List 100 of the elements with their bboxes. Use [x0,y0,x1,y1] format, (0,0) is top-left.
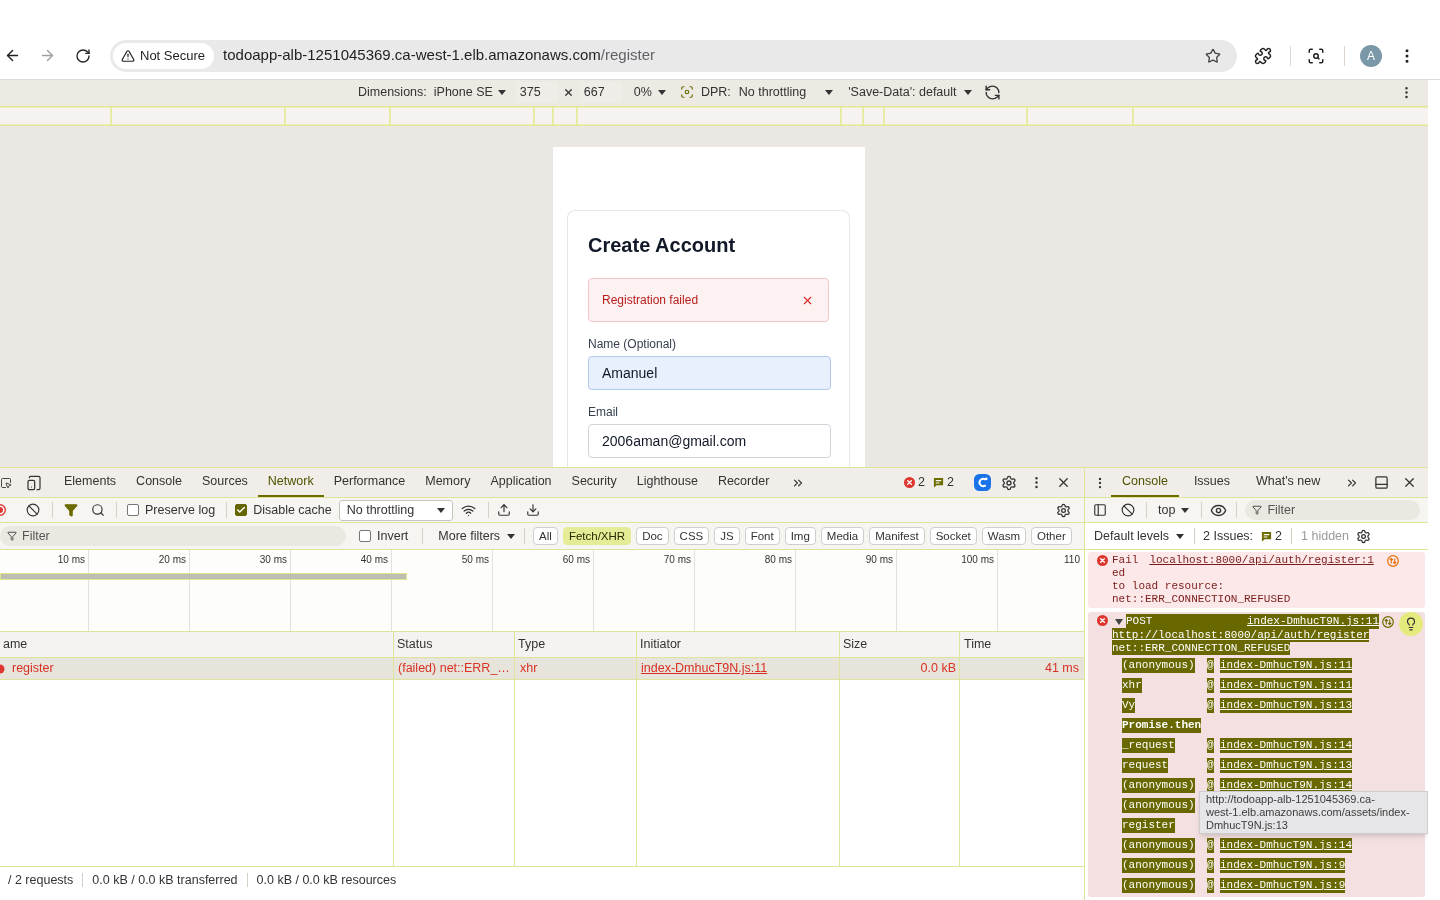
sidebar-icon[interactable] [1093,503,1107,517]
panel-tab[interactable]: Console [126,468,192,497]
stack-source-link[interactable]: index-DmhucT9N.js:11 [1220,677,1353,693]
type-filter-chip[interactable]: Manifest [869,527,925,545]
type-filter-chip[interactable]: Media [820,527,865,545]
upload-icon[interactable] [496,503,511,517]
timeline-tick-label: 20 ms [158,553,186,567]
request-row[interactable]: register (failed) net::ERR_… xhr index-DmhucT9N.js:11 0.0 kB 41 ms [0,658,1084,680]
type-filter-chip[interactable]: Doc [636,527,669,545]
settings-icon[interactable] [1001,474,1017,491]
column-header[interactable]: Initiator [640,635,681,654]
checkbox-label[interactable]: Preserve log [145,500,216,520]
column-header[interactable]: Type [518,635,546,654]
panel-tab[interactable]: Lighthouse [626,468,708,497]
checkbox[interactable] [127,504,139,516]
request-url-link[interactable]: http://localhost:8000/api/auth/register [1112,628,1370,642]
text-input[interactable]: Amanuel [588,356,831,390]
record-icon[interactable] [0,503,8,517]
search-icon[interactable] [91,503,105,517]
wifi-icon[interactable] [460,502,476,518]
filter-icon[interactable] [64,503,78,517]
rotate-icon[interactable] [983,83,1001,101]
stack-source-link[interactable]: index-DmhucT9N.js:11 [1220,657,1353,673]
panel-tab[interactable]: Security [561,468,627,497]
text-input[interactable]: 2006aman@gmail.com [588,424,831,458]
reload-icon[interactable] [75,47,91,64]
dpr-select[interactable]: No throttling [738,82,834,102]
expand-triangle-icon[interactable] [1115,617,1123,626]
type-filter-chip[interactable]: All [533,527,558,545]
type-filter-chip[interactable]: Socket [929,527,977,545]
type-filter-chip[interactable]: CSS [673,527,710,545]
type-filter-chip[interactable]: Other [1030,527,1072,545]
more-filters-button[interactable]: More filters [438,526,516,546]
assistant-icon[interactable] [974,474,991,491]
close-icon[interactable] [1056,475,1071,490]
ai-assistance-button[interactable] [1399,612,1423,636]
issues-count-button[interactable]: 2 [933,473,954,492]
type-filter-chip[interactable]: Font [744,527,780,545]
column-header[interactable]: Time [964,635,992,654]
back-icon[interactable] [4,47,21,64]
cursor-in-square-icon[interactable] [0,475,12,490]
panel-tab[interactable]: Performance [323,468,416,497]
width-input[interactable]: 375 [515,82,558,102]
up-down-arrows-icon[interactable] [1387,554,1399,567]
scan-search-icon[interactable] [1307,46,1325,65]
clear-icon[interactable] [26,503,40,517]
stack-source-link[interactable]: index-DmhucT9N.js:13 [1220,697,1353,713]
settings-icon[interactable] [1056,502,1071,518]
stack-source-link[interactable]: index-DmhucT9N.js:9 [1220,877,1346,893]
stack-source-link[interactable]: index-DmhucT9N.js:14 [1220,837,1353,853]
up-down-arrows-icon[interactable] [1382,615,1394,628]
phone-tablet-icon[interactable] [26,474,42,491]
dock-bottom-icon[interactable] [1374,475,1389,490]
stack-source-link[interactable]: index-DmhucT9N.js:9 [1220,857,1346,873]
save-data-select[interactable]: 'Save-Data': default [848,82,972,102]
stack-source-link[interactable]: index-DmhucT9N.js:14 [1220,737,1353,753]
checkbox[interactable] [235,504,248,516]
clear-icon[interactable] [1121,503,1135,517]
drawer-tab[interactable]: Issues [1182,468,1241,497]
type-filter-chip[interactable]: Img [784,527,816,545]
checkbox-label[interactable]: Disable cache [253,500,332,520]
levels-select[interactable]: Default levels [1094,526,1185,546]
source-link[interactable]: localhost:8000/api/auth/register:1 [1149,554,1374,567]
extensions-icon[interactable] [1254,46,1272,65]
error-count-button[interactable]: 2 [904,473,926,492]
initiator-link[interactable]: index-DmhucT9N.js:11 [641,659,768,678]
panel-tab[interactable]: Elements [54,468,127,497]
type-filter-chip[interactable]: JS [714,527,740,545]
type-filter-chip[interactable]: Fetch/XHR [562,527,632,545]
drawer-tab[interactable]: What's new [1245,468,1332,497]
stack-at-sign: @ [1207,877,1214,893]
panel-tab[interactable]: Application [480,468,562,497]
column-header[interactable]: Status [397,635,433,654]
context-select[interactable]: top [1158,500,1190,520]
panel-tab[interactable]: Sources [192,468,258,497]
checkbox[interactable] [359,530,371,542]
zoom-select[interactable]: 0% [633,82,666,102]
throttling-select[interactable]: No throttling [338,499,453,521]
stack-at-sign: @ [1207,757,1214,773]
device-select[interactable]: iPhone SE [433,82,506,102]
filter-field[interactable]: Filter [0,526,346,546]
source-link[interactable]: index-DmhucT9N.js:11 [1246,615,1379,628]
issues-button[interactable]: 2 Issues: 2 [1203,526,1283,546]
panel-tab[interactable]: Recorder [707,468,780,497]
bookmark-star-icon[interactable] [1205,47,1221,64]
height-input[interactable]: 667 [579,82,622,102]
security-chip[interactable]: Not Secure [113,42,215,69]
type-filter-chip[interactable]: Wasm [981,527,1026,545]
close-icon[interactable] [1402,475,1417,490]
viewfinder-icon[interactable] [679,85,694,99]
download-icon[interactable] [525,503,540,517]
column-header[interactable]: Size [843,635,868,654]
settings-icon[interactable] [1356,528,1371,544]
forward-icon[interactable] [39,47,56,64]
column-header[interactable]: ame [3,635,28,654]
stack-source-link[interactable]: index-DmhucT9N.js:13 [1220,757,1353,773]
filter-field[interactable]: Filter [1245,500,1421,520]
address-bar[interactable]: Not Secure todoapp-alb-1251045369.ca-west-1.elb.amazonaws.com/register [110,39,1237,72]
checkbox-label[interactable]: Invert [377,526,409,546]
panel-tab[interactable]: Memory [415,468,481,497]
